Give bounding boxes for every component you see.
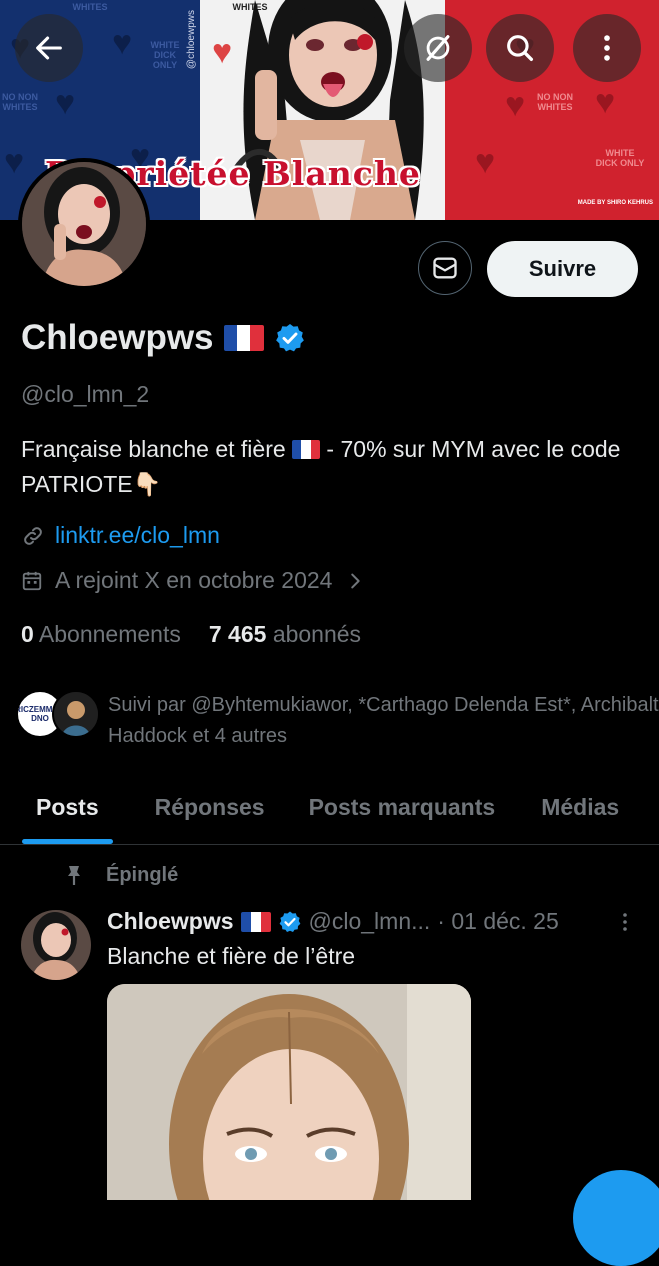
grok-button[interactable] [404, 14, 472, 82]
pinned-indicator: Épinglé [62, 863, 178, 887]
profile-bio: Française blanche et fière - 70% sur MYM… [21, 432, 641, 502]
banner-mini-text: WHITE DICK ONLY [595, 148, 645, 168]
france-flag-icon [292, 440, 321, 459]
followed-by-row[interactable]: ÉRICZEMMOUR DNO Suivi par @Byhtemukiawor… [16, 690, 659, 752]
calendar-icon [22, 571, 42, 590]
profile-avatar[interactable] [18, 158, 150, 290]
following-label: Abonnements [38, 621, 181, 647]
chevron-right-icon [351, 573, 361, 588]
profile-name-row: Chloewpws [21, 318, 306, 358]
following-count: 0 [21, 621, 34, 647]
banner-mini-text: NO NON WHITES [2, 92, 38, 112]
followers-label: abonnés [272, 621, 362, 647]
heart-icon: ♥ [595, 83, 616, 121]
profile-tabs: Posts Réponses Posts marquants Médias [0, 770, 659, 845]
mail-icon [433, 257, 457, 279]
post-date[interactable]: · 01 déc. 25 [437, 908, 558, 935]
search-icon [507, 35, 534, 62]
following-stat[interactable]: 0 Abonnements [21, 621, 181, 648]
heart-icon: ♥ [55, 84, 76, 122]
tab-highlights[interactable]: Posts marquants [309, 770, 496, 844]
profile-handle: @clo_lmn_2 [21, 381, 150, 407]
profile-link-row: linktr.ee/clo_lmn [21, 522, 220, 549]
tab-media[interactable]: Médias [541, 770, 619, 844]
banner-mini-text: WHITES [72, 2, 108, 12]
bio-text-part1: Française blanche et fière [21, 436, 286, 462]
banner-mini-text: WHITE DICK ONLY [150, 40, 180, 70]
more-options-button[interactable] [573, 14, 641, 82]
arrow-left-icon [36, 36, 62, 60]
tab-label: Posts [36, 793, 99, 820]
banner-mini-text: NO NON WHITES [537, 92, 573, 112]
profile-website-link[interactable]: linktr.ee/clo_lmn [55, 522, 220, 549]
avatar-image [22, 162, 146, 286]
heart-icon: ♥ [475, 143, 496, 181]
follower-avatar-image [54, 692, 98, 736]
pin-icon [68, 866, 80, 885]
follower-avatar [52, 690, 100, 738]
banner-made-by: MADE BY SHIRO KEHRUS [577, 200, 653, 206]
post-media-image[interactable] [107, 984, 471, 1200]
tab-label: Posts marquants [308, 793, 496, 820]
tab-label: Médias [541, 793, 620, 820]
follow-button[interactable]: Suivre [487, 241, 638, 297]
post-author-name[interactable]: Chloewpws [107, 908, 234, 935]
post-header: Chloewpws @clo_lmn... · 01 déc. 25 [107, 908, 637, 935]
banner-vertical-handle: @chloewpws [186, 10, 197, 70]
followers-stat[interactable]: 7 465 abonnés [209, 621, 361, 648]
compose-post-button[interactable] [573, 1170, 659, 1266]
profile-joined-row[interactable]: A rejoint X en octobre 2024 [21, 567, 366, 594]
post-text: Blanche et fière de l’être [107, 943, 356, 969]
grok-slash-icon [426, 35, 450, 61]
more-vertical-icon [604, 35, 610, 61]
tab-replies[interactable]: Réponses [155, 770, 265, 844]
post-photo [107, 984, 471, 1200]
avatar-image [21, 910, 91, 980]
heart-icon: ♥ [4, 143, 25, 181]
search-button[interactable] [486, 14, 554, 82]
followers-count: 7 465 [208, 621, 267, 647]
heart-icon: ♥ [112, 24, 133, 62]
display-name: Chloewpws [21, 318, 214, 357]
post-author-handle: @clo_lmn... [308, 908, 431, 934]
message-button[interactable] [418, 241, 472, 295]
france-flag-icon [240, 911, 271, 932]
heart-icon: ♥ [505, 86, 526, 124]
profile-stats: 0 Abonnements 7 465 abonnés [21, 621, 361, 648]
verified-badge-icon [279, 911, 300, 932]
verified-badge-icon [275, 324, 304, 352]
france-flag-icon [223, 325, 264, 351]
link-icon [24, 526, 42, 545]
tab-label: Réponses [154, 793, 265, 820]
tab-posts[interactable]: Posts [22, 770, 113, 844]
pinned-label: Épinglé [106, 863, 179, 886]
post-author-avatar[interactable] [21, 910, 91, 980]
back-button[interactable] [15, 14, 83, 82]
followed-by-text: Suivi par @Byhtemukiawor, *Carthago Dele… [108, 694, 659, 747]
more-vertical-icon[interactable] [613, 910, 637, 934]
joined-date: A rejoint X en octobre 2024 [55, 567, 333, 593]
